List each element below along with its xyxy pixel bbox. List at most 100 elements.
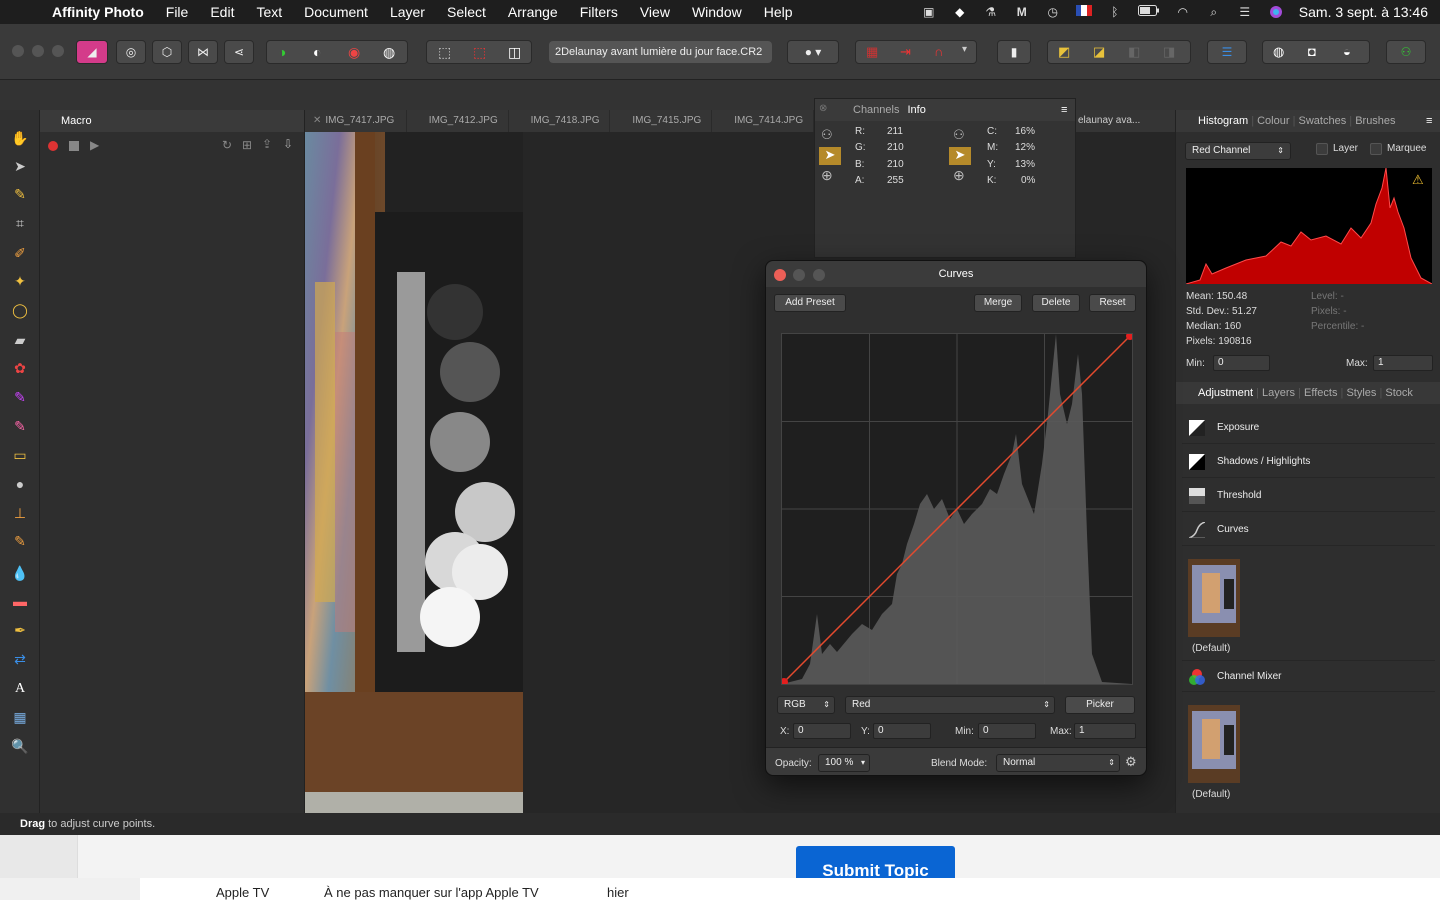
user-button[interactable]: ⚇ xyxy=(1386,40,1426,64)
menu-window[interactable]: Window xyxy=(692,4,742,20)
blur-tool-icon[interactable]: 💧 xyxy=(10,563,30,583)
pen-tool-icon[interactable]: ✒ xyxy=(10,620,30,640)
export-persona-button[interactable]: ⋖ xyxy=(224,40,254,64)
assistant-button[interactable]: ▮ xyxy=(997,40,1031,64)
move-front-icon[interactable]: ◧ xyxy=(1128,44,1140,60)
crosshair-icon[interactable]: ⊕ xyxy=(953,167,965,184)
marquee-checkbox[interactable] xyxy=(1370,143,1382,155)
paint-brush-tool-icon[interactable]: ✿ xyxy=(10,358,30,378)
quick-mask-button[interactable]: ● ▾ xyxy=(787,40,839,64)
siri-icon[interactable] xyxy=(1268,5,1284,19)
time-machine-icon[interactable]: ◷ xyxy=(1045,5,1061,19)
merge-button[interactable]: Merge xyxy=(974,294,1022,312)
close-tab-icon[interactable]: ✕ xyxy=(313,115,321,126)
hand-tool-icon[interactable]: ✋ xyxy=(10,128,30,148)
sample-source-icon[interactable]: ⚇ xyxy=(821,127,833,143)
cursor-pick-icon[interactable]: ➤ xyxy=(949,147,971,165)
healing-tool-icon[interactable]: ▬ xyxy=(10,591,30,611)
menu-select[interactable]: Select xyxy=(447,4,486,20)
gear-icon[interactable]: ⚙ xyxy=(1125,754,1137,770)
battery-icon[interactable] xyxy=(1137,5,1160,19)
sample-source-icon[interactable]: ⚇ xyxy=(953,127,965,143)
record-macro-icon[interactable] xyxy=(48,141,58,151)
panel-menu-icon[interactable]: ≡ xyxy=(1061,99,1067,121)
auto-white-balance-icon[interactable]: ◍ xyxy=(383,44,395,61)
add-preset-button[interactable]: Add Preset xyxy=(774,294,846,312)
stop-macro-icon[interactable] xyxy=(69,141,79,151)
crosshair-icon[interactable]: ⊕ xyxy=(821,167,833,184)
text-tool-icon[interactable]: A xyxy=(10,679,30,699)
dodge-tool-icon[interactable]: ● xyxy=(10,474,30,494)
dialog-close-button[interactable] xyxy=(774,269,786,281)
tab-colour[interactable]: Colour xyxy=(1257,115,1289,127)
tab-img-7412[interactable]: IMG_7412.JPG xyxy=(407,110,509,132)
invert-selection-icon[interactable]: ◫ xyxy=(508,44,521,61)
menu-help[interactable]: Help xyxy=(764,4,793,20)
curve-x-input[interactable]: 0 xyxy=(793,723,851,739)
panel-menu-icon[interactable]: ≡ xyxy=(1426,110,1432,132)
tab-effects[interactable]: Effects xyxy=(1304,387,1337,399)
window-close-button[interactable] xyxy=(12,45,24,57)
background-mail-row[interactable]: Apple TV À ne pas manquer sur l'app Appl… xyxy=(0,878,1440,900)
add-icon[interactable]: ◍ xyxy=(1273,44,1284,60)
add-to-library-icon[interactable]: ⊞ xyxy=(242,138,252,152)
layer-checkbox[interactable] xyxy=(1316,143,1328,155)
move-bottom-icon[interactable]: ◨ xyxy=(1163,44,1175,60)
tab-img-7418[interactable]: IMG_7418.JPG xyxy=(509,110,611,132)
flask-icon[interactable]: ⚗ xyxy=(983,5,999,19)
bluetooth-icon[interactable]: ᛒ xyxy=(1107,5,1123,19)
clone-tool-icon[interactable]: ⊥ xyxy=(10,503,30,523)
menubar-clock[interactable]: Sam. 3 sept. à 13:46 xyxy=(1299,4,1428,20)
curves-mode-select[interactable]: RGB ⇕ xyxy=(777,696,835,714)
picker-button[interactable]: Picker xyxy=(1065,696,1135,714)
menu-arrange[interactable]: Arrange xyxy=(508,4,558,20)
adjustment-shadows-highlights[interactable]: Shadows / Highlights xyxy=(1182,446,1435,478)
control-center-icon[interactable]: ☰ xyxy=(1237,5,1253,19)
macro-panel-title[interactable]: Macro xyxy=(61,115,92,127)
liquify-persona-button[interactable]: ◎ xyxy=(116,40,146,64)
magic-wand-tool-icon[interactable]: ✦ xyxy=(10,271,30,291)
menu-edit[interactable]: Edit xyxy=(210,4,234,20)
export-macro-icon[interactable]: ⇪ xyxy=(262,137,272,151)
deselect-icon[interactable]: ⬚ xyxy=(473,44,486,61)
m-app-icon[interactable]: M xyxy=(1014,5,1030,19)
snapping-magnet-icon[interactable]: ∩ xyxy=(934,44,943,59)
histogram-max-input[interactable]: 1 xyxy=(1373,355,1433,371)
tab-channels[interactable]: Channels xyxy=(853,104,899,116)
tab-delaunay[interactable]: elaunay ava... xyxy=(1076,110,1175,132)
dialog-minimize-button[interactable] xyxy=(793,269,805,281)
auto-colour-icon[interactable]: ◉ xyxy=(348,44,360,61)
dropbox-icon[interactable]: ◆ xyxy=(952,5,968,19)
delete-button[interactable]: Delete xyxy=(1032,294,1080,312)
clear-macro-icon[interactable]: ↻ xyxy=(222,138,232,152)
blend-mode-select[interactable]: Normal ⇕ xyxy=(996,754,1120,772)
auto-contrast-icon[interactable]: ◐ xyxy=(313,44,321,60)
tab-img-7415[interactable]: IMG_7415.JPG xyxy=(610,110,713,132)
move-forward-icon[interactable]: ◩ xyxy=(1058,44,1070,60)
wifi-icon[interactable]: ◠ xyxy=(1175,5,1191,19)
menu-layer[interactable]: Layer xyxy=(390,4,425,20)
intersect-icon[interactable]: ◒ xyxy=(1343,44,1351,59)
tab-img-7414[interactable]: IMG_7414.JPG xyxy=(712,110,814,132)
opacity-select[interactable]: 100 % ▾ xyxy=(818,754,870,772)
window-minimize-button[interactable] xyxy=(32,45,44,57)
selection-brush-tool-icon[interactable]: ✐ xyxy=(10,243,30,263)
window-zoom-button[interactable] xyxy=(52,45,64,57)
cursor-pick-icon[interactable]: ➤ xyxy=(819,147,841,165)
marquee-select-icon[interactable]: ⬚ xyxy=(438,44,451,61)
pixel-align-icon[interactable]: ⇥ xyxy=(900,44,911,60)
move-tool-icon[interactable]: ➤ xyxy=(10,156,30,176)
adjustment-threshold[interactable]: Threshold xyxy=(1182,480,1435,512)
tab-histogram[interactable]: Histogram xyxy=(1198,115,1248,127)
curves-channel-select[interactable]: Red ⇕ xyxy=(845,696,1055,714)
tab-layers[interactable]: Layers xyxy=(1262,387,1295,399)
subtract-icon[interactable]: ◘ xyxy=(1308,44,1316,59)
grid-icon[interactable]: ▦ xyxy=(866,44,878,60)
histogram-channel-select[interactable]: Red Channel ⇕ xyxy=(1185,142,1291,160)
develop-persona-button[interactable]: ⬡ xyxy=(152,40,182,64)
close-panel-icon[interactable]: ⊗ xyxy=(819,103,827,114)
crop-tool-icon[interactable]: ⌗ xyxy=(10,213,30,233)
tab-styles[interactable]: Styles xyxy=(1346,387,1376,399)
menu-text[interactable]: Text xyxy=(256,4,282,20)
menu-app-name[interactable]: Affinity Photo xyxy=(52,4,144,20)
